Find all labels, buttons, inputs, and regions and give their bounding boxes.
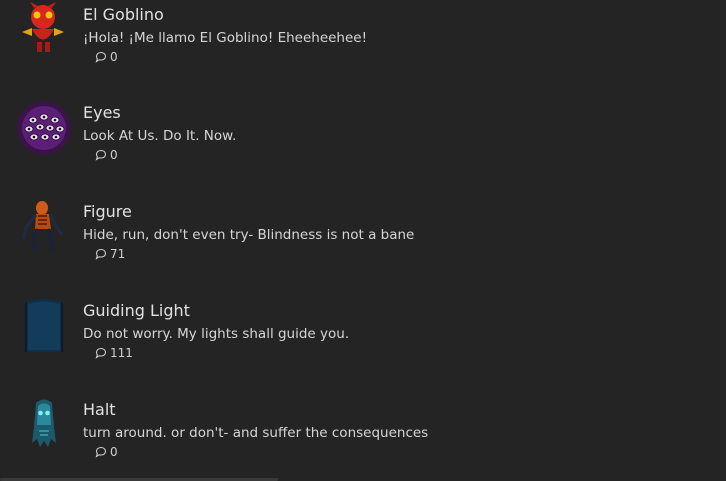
item-name[interactable]: Eyes: [83, 103, 121, 122]
comment-count-value: 0: [110, 148, 118, 162]
item-name[interactable]: El Goblino: [83, 5, 164, 24]
red-goblin-icon[interactable]: [16, 2, 72, 58]
item-description: Hide, run, don't even try- Blindness is …: [83, 227, 415, 243]
item-description: ¡Hola! ¡Me llamo El Goblino! Eheeheehee!: [83, 30, 368, 46]
item-description: Look At Us. Do It. Now.: [83, 128, 237, 144]
comment-count: 0: [95, 50, 118, 64]
comment-icon: [95, 248, 107, 260]
comment-count: 0: [95, 445, 118, 459]
item-name[interactable]: Halt: [83, 400, 116, 419]
list-item[interactable]: Halt turn around. or don't- and suffer t…: [0, 397, 726, 481]
creature-list: El Goblino ¡Hola! ¡Me llamo El Goblino! …: [0, 0, 726, 481]
list-item[interactable]: El Goblino ¡Hola! ¡Me llamo El Goblino! …: [0, 2, 726, 101]
comment-icon: [95, 446, 107, 458]
purple-eyes-icon[interactable]: [16, 100, 72, 156]
item-name[interactable]: Figure: [83, 202, 132, 221]
comment-icon: [95, 149, 107, 161]
item-description: Do not worry. My lights shall guide you.: [83, 326, 350, 342]
comment-icon: [95, 347, 107, 359]
comment-count-value: 0: [110, 50, 118, 64]
comment-count-value: 0: [110, 445, 118, 459]
comment-count: 111: [95, 346, 133, 360]
figure-creature-icon[interactable]: [16, 199, 72, 255]
blue-door-icon[interactable]: [16, 298, 72, 354]
list-item[interactable]: Guiding Light Do not worry. My lights sh…: [0, 298, 726, 397]
cyan-ghost-icon[interactable]: [16, 397, 72, 453]
comment-count: 0: [95, 148, 118, 162]
item-name[interactable]: Guiding Light: [83, 301, 190, 320]
list-item[interactable]: Figure Hide, run, don't even try- Blindn…: [0, 199, 726, 298]
item-description: turn around. or don't- and suffer the co…: [83, 425, 429, 441]
comment-count-value: 111: [110, 346, 133, 360]
list-item[interactable]: Eyes Look At Us. Do It. Now. 0: [0, 100, 726, 199]
comment-count-value: 71: [110, 247, 126, 261]
comment-count: 71: [95, 247, 125, 261]
comment-icon: [95, 51, 107, 63]
